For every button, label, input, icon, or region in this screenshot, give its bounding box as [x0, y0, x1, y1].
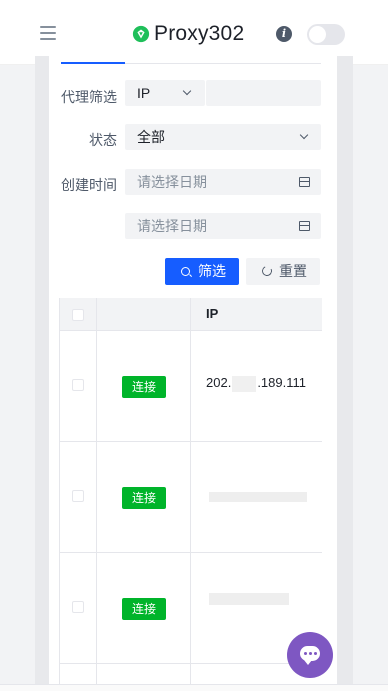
ip-suffix: .189.111	[257, 375, 306, 390]
table-row: 连接	[60, 442, 322, 553]
created-time-label: 创建时间	[61, 177, 117, 193]
chat-button[interactable]	[287, 632, 333, 678]
table-row: 连接 202. .189.111	[60, 331, 322, 442]
row-checkbox[interactable]	[72, 601, 84, 613]
reset-button[interactable]: 重置	[246, 258, 320, 285]
status-label: 状态	[89, 132, 117, 148]
toggle-switch[interactable]	[307, 24, 345, 45]
brand-name: Proxy302	[154, 22, 245, 45]
ip-value-redacted	[209, 593, 289, 605]
connect-button[interactable]: 连接	[122, 376, 166, 398]
chevron-down-icon	[182, 86, 192, 96]
date-end-placeholder: 请选择日期	[137, 218, 207, 234]
row-checkbox[interactable]	[72, 379, 84, 391]
column-divider	[190, 298, 191, 690]
table-header: IP	[60, 298, 322, 331]
brand-logo: Proxy302	[132, 20, 244, 48]
ip-column-header: IP	[206, 306, 219, 321]
ip-value-redacted	[209, 492, 307, 502]
select-all-checkbox[interactable]	[72, 309, 84, 321]
reload-icon	[260, 264, 274, 278]
chevron-down-icon	[299, 130, 309, 140]
filter-button[interactable]: 筛选	[165, 258, 239, 285]
connect-button[interactable]: 连接	[122, 598, 166, 620]
calendar-icon	[299, 221, 310, 231]
filter-button-label: 筛选	[198, 263, 226, 279]
active-tab-indicator	[61, 62, 125, 64]
logo-icon	[132, 25, 150, 43]
connect-button[interactable]: 连接	[122, 487, 166, 509]
date-start-placeholder: 请选择日期	[137, 174, 207, 190]
date-end-input[interactable]: 请选择日期	[125, 213, 321, 239]
left-gutter	[35, 56, 49, 690]
status-value: 全部	[137, 129, 165, 145]
status-select[interactable]: 全部	[125, 124, 321, 150]
filter-panel: 代理筛选 IP 状态 全部 创建时间 请选择日期 请选择日期 筛选 重置 IP …	[49, 56, 337, 690]
proxy-type-select[interactable]: IP	[125, 80, 205, 106]
ip-prefix: 202.	[206, 375, 232, 390]
ip-value: 202. .189.111	[206, 375, 306, 392]
search-icon	[181, 267, 190, 276]
chat-icon	[300, 646, 320, 665]
toggle-knob	[309, 26, 326, 43]
column-divider	[96, 298, 97, 690]
table-row: 连接	[60, 553, 322, 664]
calendar-icon	[299, 177, 310, 187]
ip-mask	[232, 375, 257, 392]
proxy-filter-label: 代理筛选	[61, 89, 117, 105]
menu-icon[interactable]	[40, 26, 56, 40]
reset-button-label: 重置	[279, 263, 307, 279]
row-checkbox[interactable]	[72, 490, 84, 502]
proxy-filter-input[interactable]	[206, 80, 321, 106]
right-gutter	[337, 56, 353, 690]
proxy-type-value: IP	[137, 85, 151, 101]
info-icon[interactable]: i	[276, 26, 292, 42]
proxy-table: IP 连接 202. .189.111 连接 连接	[59, 298, 322, 690]
date-start-input[interactable]: 请选择日期	[125, 169, 321, 195]
